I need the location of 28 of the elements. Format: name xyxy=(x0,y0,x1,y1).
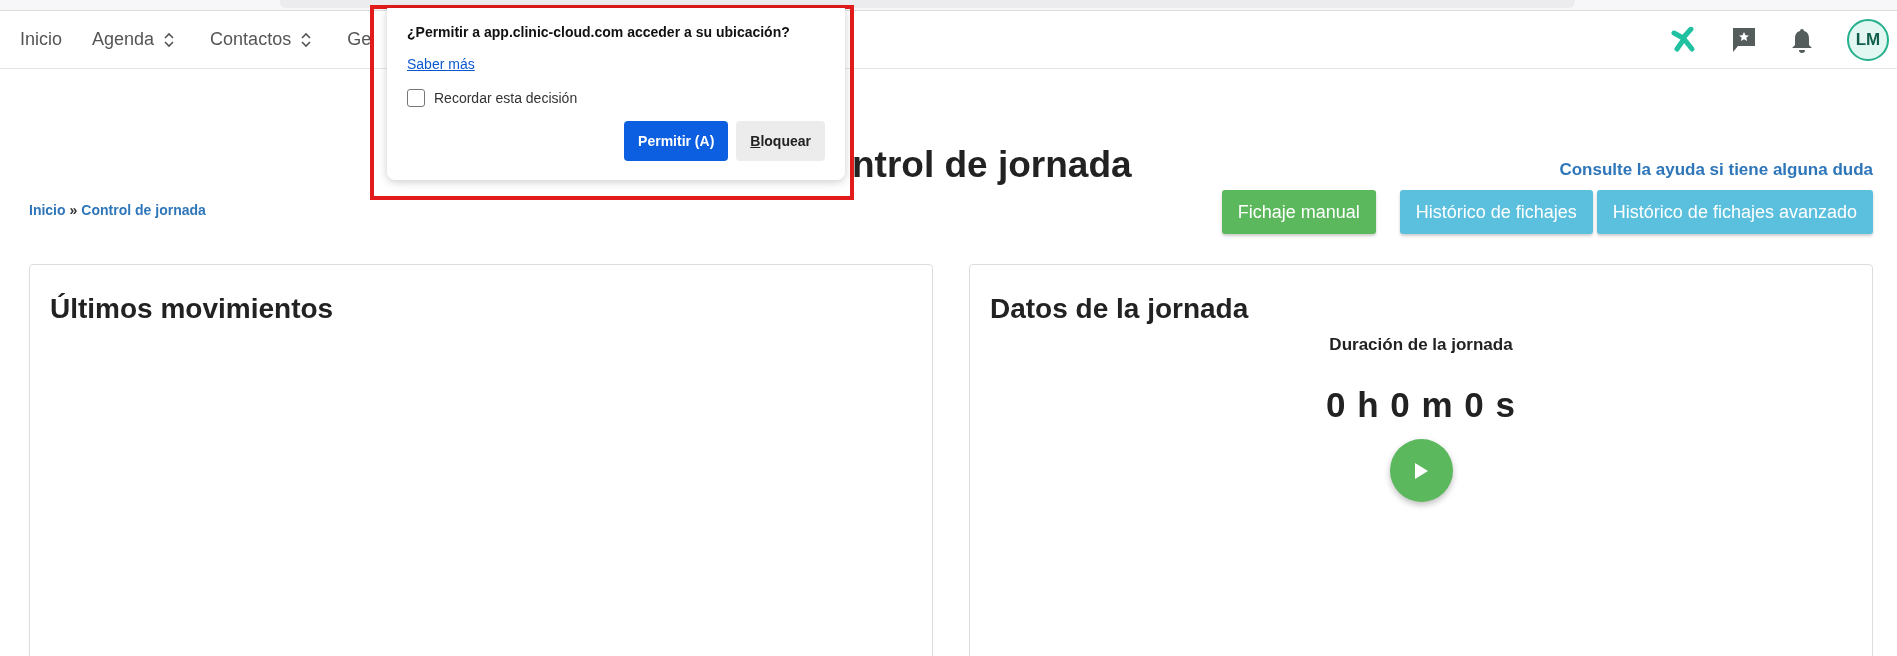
nav-label: Agenda xyxy=(92,29,155,50)
checkbox-label: Recordar esta decisión xyxy=(434,90,578,106)
nav-menu-item[interactable]: Contactos xyxy=(210,29,312,50)
allow-button[interactable]: Permitir (A) xyxy=(624,121,729,161)
sort-icon xyxy=(301,31,312,48)
duration-value: 0 h 0 m 0 s xyxy=(1326,385,1516,425)
card-title: Datos de la jornada xyxy=(990,293,1250,325)
breadcrumb-link[interactable]: Inicio xyxy=(29,202,66,218)
chat-star-icon[interactable] xyxy=(1731,25,1757,54)
nav-link[interactable]: Inicio xyxy=(20,29,63,50)
sort-icon xyxy=(164,31,175,48)
play-icon xyxy=(1413,461,1429,480)
block-button[interactable]: Bloquear xyxy=(736,121,825,161)
duration-label: Duración de la jornada xyxy=(1329,335,1513,355)
dialog-question: ¿Permitir a app.clinic-cloud.com acceder a su ubicación? xyxy=(407,24,791,40)
nav-link[interactable]: Ge xyxy=(347,29,372,50)
checkbox[interactable] xyxy=(407,89,425,107)
user-avatar[interactable]: LM xyxy=(1847,18,1889,61)
nav-menu-item[interactable]: Agenda xyxy=(92,29,175,50)
help-link[interactable]: Consulte la ayuda si tiene alguna duda xyxy=(1559,160,1873,180)
card-title: Últimos movimientos xyxy=(50,293,335,325)
learn-more-link[interactable]: Saber más xyxy=(407,56,475,72)
breadcrumb-link[interactable]: Control de jornada xyxy=(81,202,206,218)
play-button[interactable] xyxy=(1389,439,1453,502)
page-title: ntrol de jornada xyxy=(852,144,1132,186)
bell-icon[interactable] xyxy=(1791,26,1813,53)
breadcrumb-separator: » xyxy=(69,202,78,218)
nav-label: Contactos xyxy=(210,29,292,50)
